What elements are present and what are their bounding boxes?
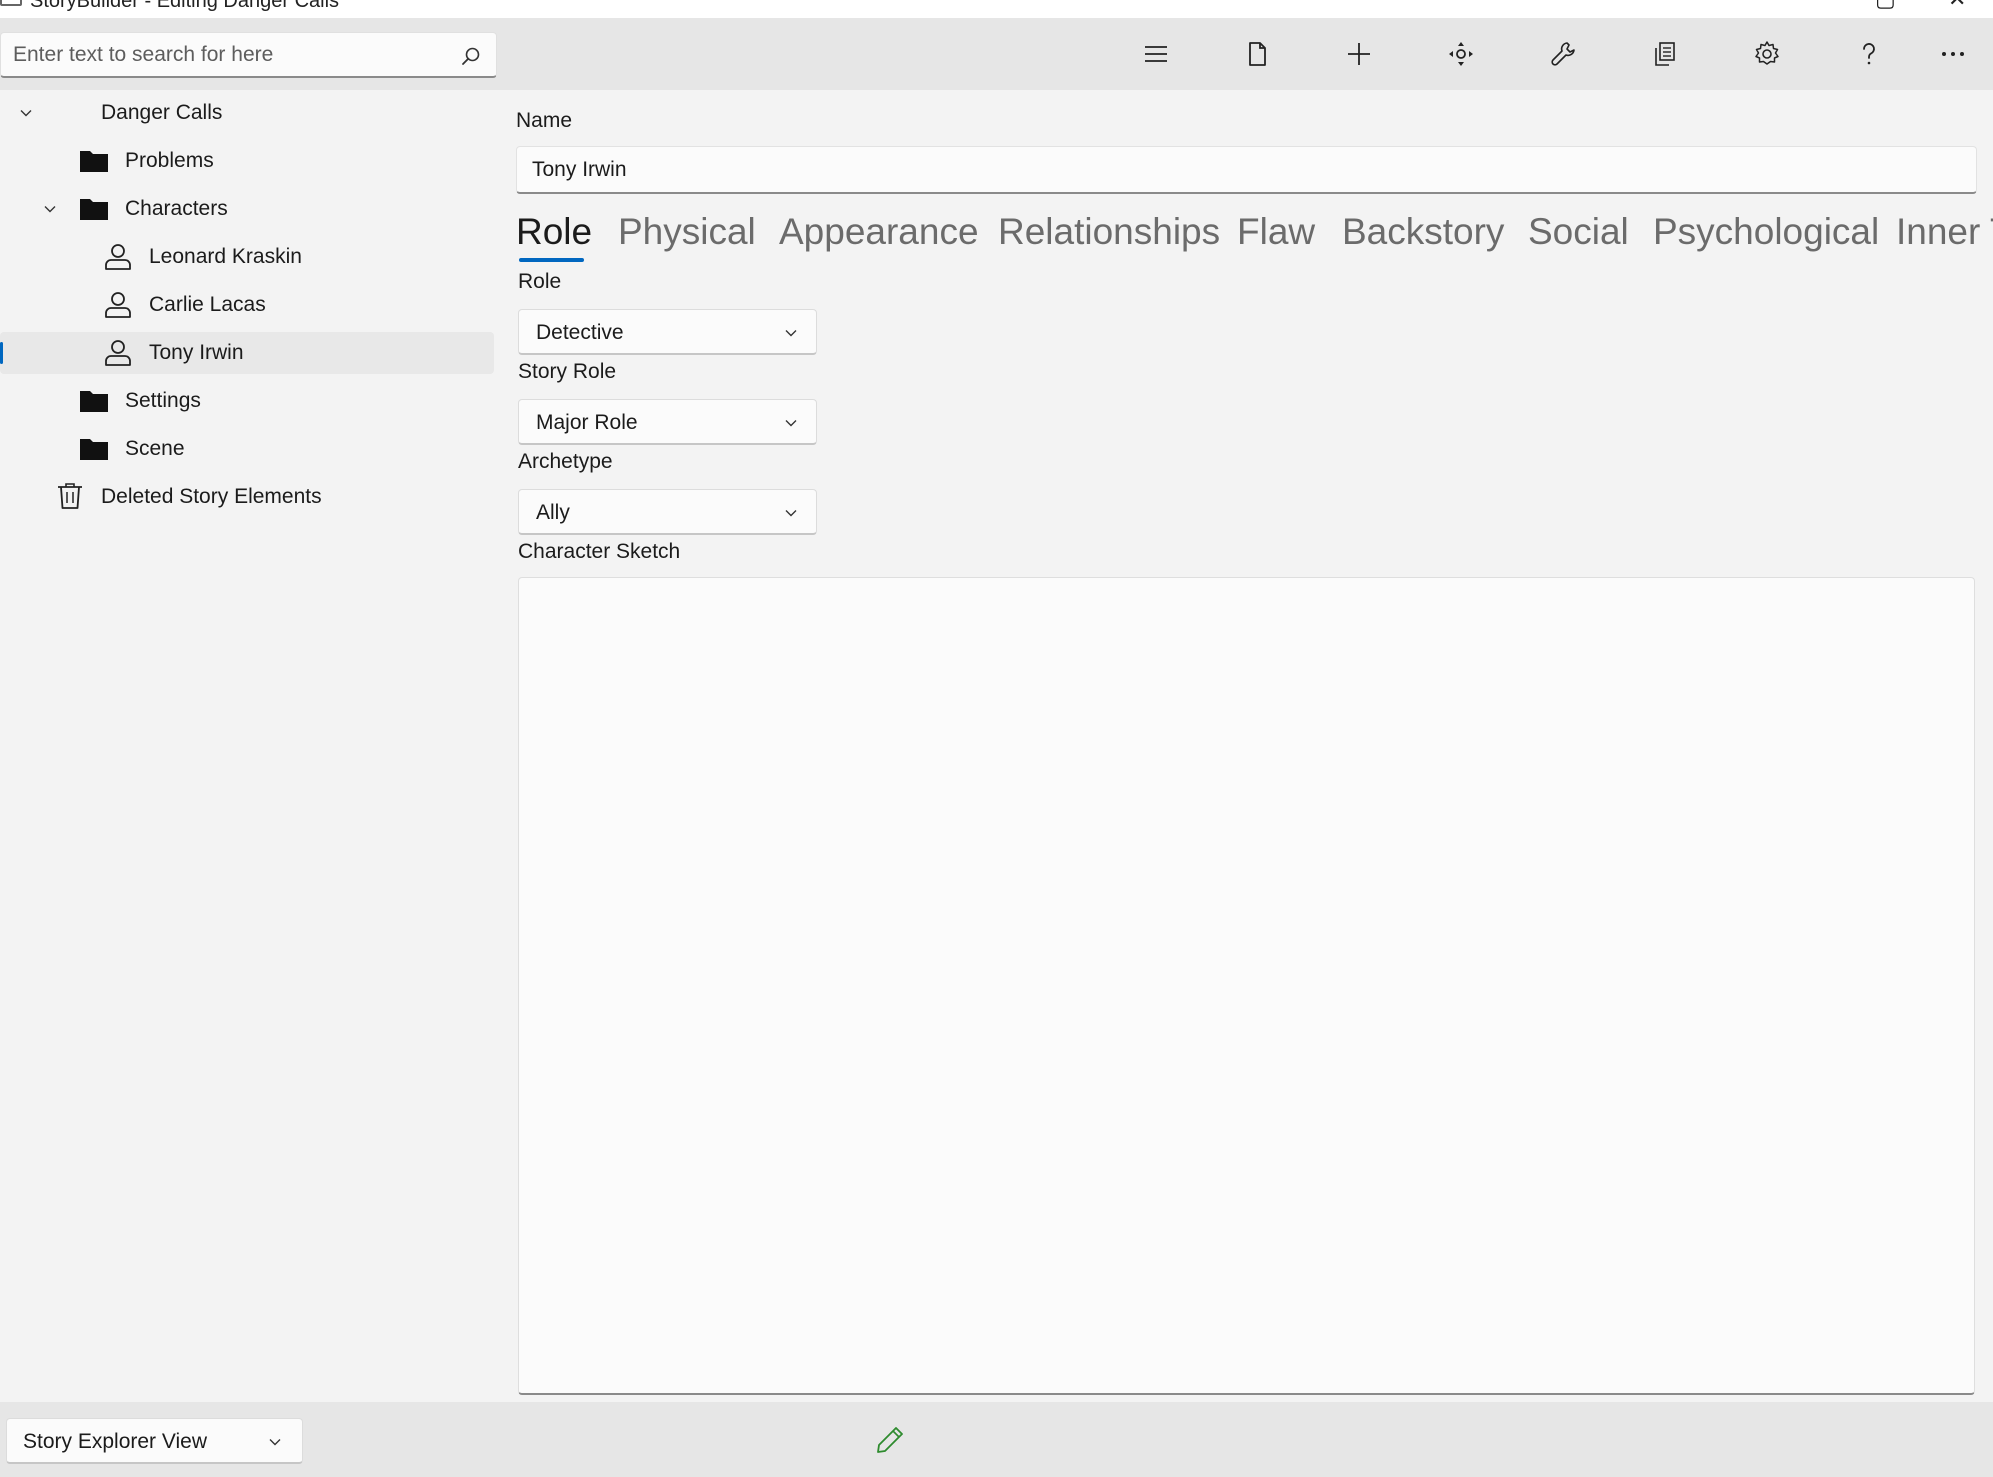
story-explorer-tree: Danger Calls Problems Characters Leonard… — [0, 90, 497, 1402]
chevron-down-icon — [269, 1439, 281, 1446]
tools-icon — [1551, 42, 1575, 66]
tree-item-danger-calls[interactable]: Danger Calls — [0, 92, 494, 134]
chevron-down-icon[interactable] — [43, 202, 57, 216]
top-toolbar — [0, 18, 1993, 90]
move-button[interactable] — [1439, 34, 1483, 74]
tab-appearance[interactable]: Appearance — [779, 206, 979, 258]
tree-item-label: Deleted Story Elements — [101, 485, 322, 508]
close-icon[interactable]: ✕ — [1948, 0, 1966, 10]
role-dropdown[interactable]: Detective — [518, 309, 817, 355]
settings-icon — [1755, 41, 1779, 65]
move-icon — [1449, 42, 1473, 66]
reports-icon — [1655, 42, 1675, 66]
chevron-down-icon — [785, 420, 797, 427]
help-icon — [1863, 43, 1875, 65]
name-field[interactable] — [516, 146, 1977, 194]
tree-item-characters[interactable]: Characters — [0, 188, 494, 230]
role-label: Role — [518, 270, 562, 293]
tree-item-tony-irwin[interactable]: Tony Irwin — [0, 332, 494, 374]
search-icon[interactable] — [460, 45, 482, 67]
tree-item-label: Settings — [125, 389, 201, 412]
reports-button[interactable] — [1643, 34, 1687, 74]
more-button[interactable] — [1931, 34, 1975, 74]
add-button[interactable] — [1337, 34, 1381, 74]
character-sketch-textarea[interactable] — [518, 577, 1975, 1395]
tools-button[interactable] — [1541, 34, 1585, 74]
tree-item-leonard-kraskin[interactable]: Leonard Kraskin — [0, 236, 494, 278]
view-selector-dropdown[interactable]: Story Explorer View — [6, 1418, 303, 1464]
folder-icon — [80, 199, 108, 220]
chevron-down-icon[interactable] — [19, 106, 33, 120]
trash-icon — [58, 483, 82, 509]
menu-button[interactable] — [1134, 34, 1178, 74]
more-icon — [1942, 52, 1964, 56]
folder-icon — [80, 439, 108, 460]
tree-item-label: Scene — [125, 437, 185, 460]
menu-icon — [1145, 46, 1167, 62]
folder-icon — [80, 151, 108, 172]
tree-item-label: Characters — [125, 197, 228, 220]
add-icon — [1348, 43, 1370, 65]
app-icon — [0, 0, 22, 6]
title-bar: StoryBuilder - Editing Danger Calls ▢ ✕ — [0, 0, 1993, 18]
tree-item-label: Tony Irwin — [149, 341, 244, 364]
view-selector-value: Story Explorer View — [23, 1430, 208, 1453]
person-icon — [105, 244, 131, 270]
tree-item-scene[interactable]: Scene — [0, 428, 494, 470]
person-icon — [105, 340, 131, 366]
chevron-down-icon — [785, 330, 797, 337]
tree-item-settings[interactable]: Settings — [0, 380, 494, 422]
tab-strip: Role Physical Appearance Relationships F… — [516, 206, 1993, 266]
maximize-icon[interactable]: ▢ — [1875, 0, 1896, 10]
chevron-down-icon — [785, 510, 797, 517]
tab-inner-traits[interactable]: Inner T — [1896, 206, 1993, 258]
status-bar: Story Explorer View — [0, 1402, 1993, 1477]
selection-indicator — [0, 342, 3, 364]
folder-icon — [80, 391, 108, 412]
role-value: Detective — [536, 321, 624, 344]
tab-psychological[interactable]: Psychological — [1653, 206, 1879, 258]
tree-item-label: Leonard Kraskin — [149, 245, 302, 268]
active-tab-indicator — [519, 258, 584, 262]
archetype-dropdown[interactable]: Ally — [518, 489, 817, 535]
story-role-dropdown[interactable]: Major Role — [518, 399, 817, 445]
archetype-value: Ally — [536, 501, 570, 524]
tree-item-problems[interactable]: Problems — [0, 140, 494, 182]
tree-item-label: Carlie Lacas — [149, 293, 266, 316]
tab-backstory[interactable]: Backstory — [1342, 206, 1504, 258]
tab-physical[interactable]: Physical — [618, 206, 756, 258]
tree-item-label: Problems — [125, 149, 214, 172]
pencil-edit-icon[interactable] — [874, 1424, 906, 1456]
person-icon — [105, 292, 131, 318]
new-file-button[interactable] — [1235, 34, 1279, 74]
tab-role[interactable]: Role — [516, 206, 592, 258]
story-role-label: Story Role — [518, 360, 617, 383]
tab-social[interactable]: Social — [1528, 206, 1629, 258]
settings-button[interactable] — [1745, 34, 1789, 74]
tree-item-label: Danger Calls — [101, 101, 223, 124]
tab-relationships[interactable]: Relationships — [998, 206, 1220, 258]
new-file-icon — [1249, 42, 1266, 66]
search-box[interactable] — [0, 32, 497, 78]
help-button[interactable] — [1847, 34, 1891, 74]
tree-item-carlie-lacas[interactable]: Carlie Lacas — [0, 284, 494, 326]
tab-flaw[interactable]: Flaw — [1237, 206, 1315, 258]
story-role-value: Major Role — [536, 411, 638, 434]
tree-item-deleted-story-elements[interactable]: Deleted Story Elements — [0, 476, 494, 518]
window-title: StoryBuilder - Editing Danger Calls — [30, 0, 340, 12]
archetype-label: Archetype — [518, 450, 613, 473]
name-label: Name — [516, 109, 573, 132]
search-input[interactable] — [13, 41, 453, 69]
character-sketch-label: Character Sketch — [518, 540, 681, 563]
